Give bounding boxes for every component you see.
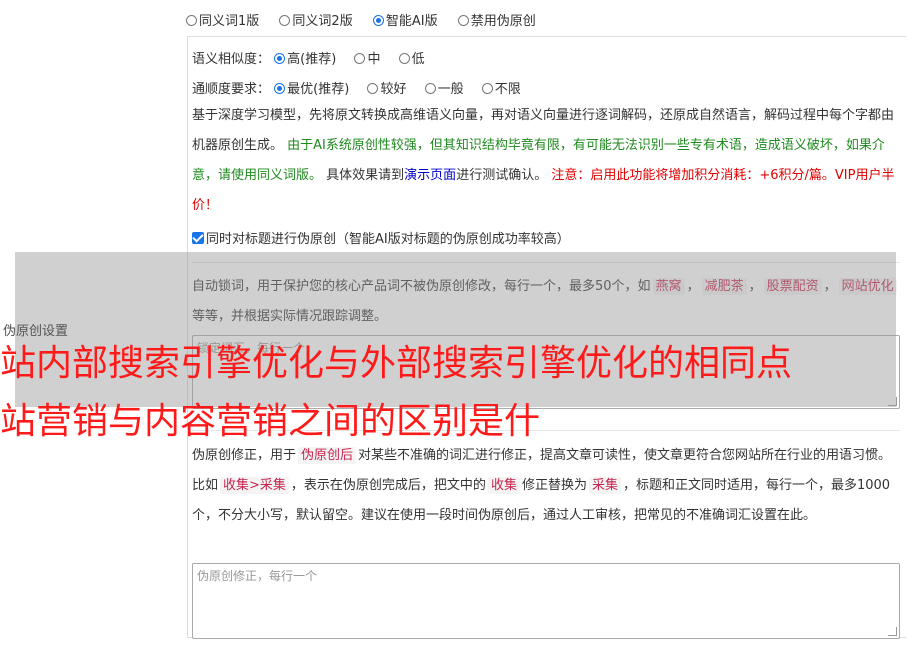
ai-description: 基于深度学习模型，先将原文转换成高维语义向量，再对语义向量进行逐词解码，还原成自… [192,108,895,213]
mode-option-disable[interactable]: 禁用伪原创 [457,14,536,29]
similarity-label: 语义相似度： [192,52,271,67]
title-checkbox-row[interactable]: 同时对标题进行伪原创（智能AI版对标题的伪原创成功率较高） [192,228,570,247]
correction-description: 伪原创修正，用于 伪原创后 对某些不准确的词汇进行修正，提高文章可读性，使文章更符合… [192,447,892,523]
radio-icon[interactable] [186,15,197,26]
mode-option-synonym1[interactable]: 同义词1版 [186,14,259,29]
fluency-option-good[interactable]: 较好 [367,82,406,97]
inline-code: 收集 [487,477,520,494]
fluency-label: 通顺度要求： [192,82,271,97]
fluency-option-best[interactable]: 最优(推荐) [274,82,349,97]
correction-textarea[interactable]: 伪原创修正，每行一个 [192,563,900,639]
mode-option-synonym2[interactable]: 同义词2版 [279,14,353,29]
radio-selected-icon[interactable] [274,53,286,64]
similarity-option-low[interactable]: 低 [398,52,425,67]
watermark-line1: 站内部搜索引擎优化与外部搜索引擎优化的相同点 [0,343,793,384]
radio-selected-icon[interactable] [274,83,286,94]
mode-option-ai[interactable]: 智能AI版 [372,14,438,29]
radio-icon[interactable] [424,83,436,94]
similarity-option-medium[interactable]: 中 [354,52,380,67]
similarity-row: 语义相似度： 高(推荐) 中 低 [192,48,439,67]
watermark-line2: 站营销与内容营销之间的区别是什 [0,401,541,442]
inline-code: 收集>采集 [220,477,289,494]
checkbox-checked-icon[interactable] [192,232,204,244]
radio-icon[interactable] [398,53,410,64]
fluency-option-any[interactable]: 不限 [481,82,521,97]
inline-code: 采集 [588,477,621,494]
radio-icon[interactable] [354,53,366,64]
title-checkbox-label: 同时对标题进行伪原创（智能AI版对标题的伪原创成功率较高） [206,232,570,247]
radio-icon[interactable] [481,83,493,94]
radio-selected-icon[interactable] [372,15,384,26]
inline-code: 伪原创后 [298,447,357,464]
demo-page-link[interactable]: 演示页面 [404,168,456,183]
resize-grip-icon[interactable] [888,627,897,636]
fluency-row: 通顺度要求： 最优(推荐) 较好 一般 不限 [192,78,535,97]
mode-radio-group: 同义词1版 同义词2版 智能AI版 禁用伪原创 [186,10,552,29]
radio-icon[interactable] [279,15,291,26]
fluency-option-normal[interactable]: 一般 [424,82,464,97]
radio-icon[interactable] [457,15,469,26]
similarity-option-high[interactable]: 高(推荐) [274,52,336,67]
radio-icon[interactable] [367,83,379,94]
